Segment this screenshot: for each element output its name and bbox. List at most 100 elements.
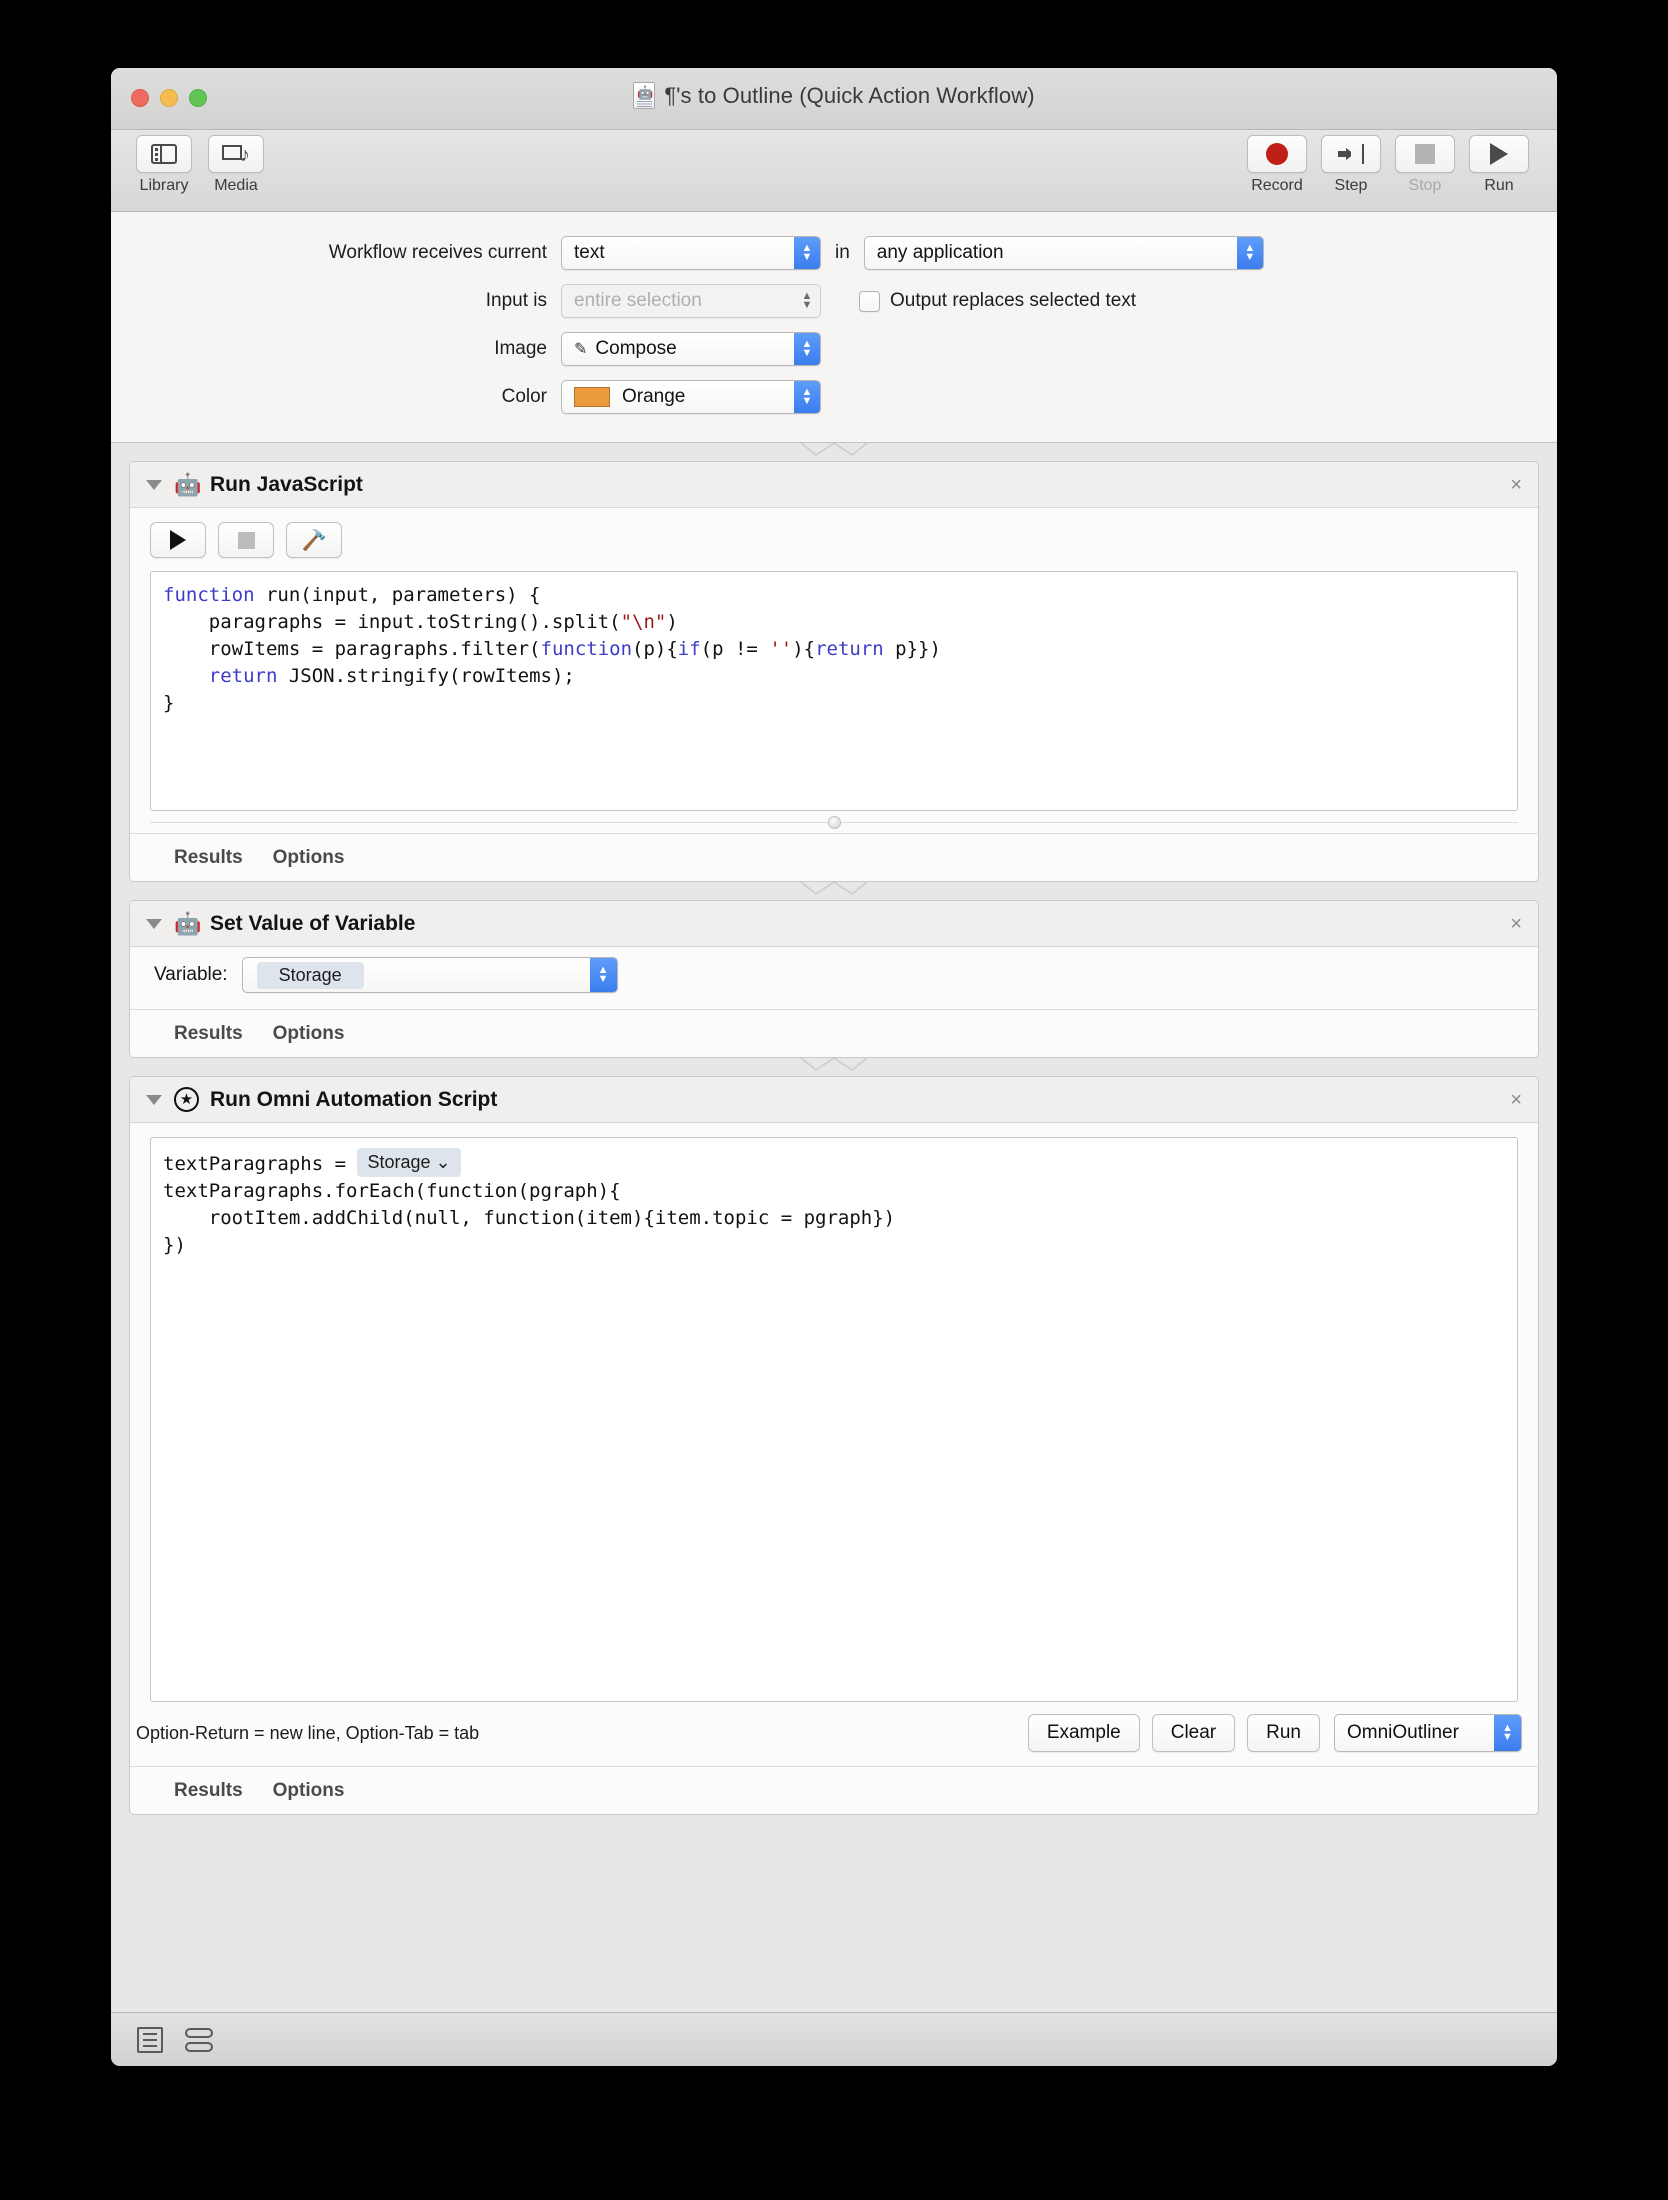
javascript-mini-toolbar: 🔨: [150, 522, 1518, 558]
hammer-icon: 🔨: [302, 528, 327, 553]
image-value: Compose: [595, 338, 676, 360]
variable-token: Storage: [257, 962, 364, 989]
action-footer: Results Options: [130, 1009, 1538, 1057]
automator-window: 🤖 ¶'s to Outline (Quick Action Workflow)…: [111, 68, 1557, 2066]
color-select[interactable]: Orange ▲▼: [561, 380, 821, 414]
workflow-receives-select[interactable]: text ▲▼: [561, 236, 821, 270]
omni-script-bottom-bar: Option-Return = new line, Option-Tab = t…: [130, 1702, 1538, 1766]
script-stop-button[interactable]: [218, 522, 274, 558]
tab-results[interactable]: Results: [174, 1023, 243, 1045]
javascript-code-editor[interactable]: function run(input, parameters) { paragr…: [150, 571, 1518, 811]
input-is-row: Input is entire selection ▲▼ Output repl…: [111, 284, 1557, 318]
close-window-button[interactable]: [131, 89, 149, 107]
sidebar-panel-icon: [151, 144, 177, 164]
action-body: textParagraphs = Storage ⌄ textParagraph…: [130, 1123, 1538, 1702]
step-button[interactable]: Step: [1319, 135, 1383, 195]
output-replaces-label: Output replaces selected text: [890, 290, 1136, 312]
run-button[interactable]: Run: [1467, 135, 1531, 195]
color-row: Color Orange ▲▼: [111, 380, 1557, 414]
close-icon[interactable]: ×: [1510, 914, 1522, 934]
stop-square-icon: [1415, 144, 1435, 164]
image-select[interactable]: ✎ Compose ▲▼: [561, 332, 821, 366]
variable-label: Variable:: [154, 964, 228, 986]
tab-options[interactable]: Options: [273, 1780, 345, 1802]
play-icon: [170, 530, 186, 550]
tab-options[interactable]: Options: [273, 847, 345, 869]
stop-button[interactable]: Stop: [1393, 135, 1457, 195]
library-button[interactable]: Library: [133, 135, 195, 195]
output-replaces-checkbox[interactable]: [859, 291, 880, 312]
color-value: Orange: [622, 386, 685, 408]
script-compile-button[interactable]: 🔨: [286, 522, 342, 558]
minimize-window-button[interactable]: [160, 89, 178, 107]
action-run-omni-automation-script: ★ Run Omni Automation Script × textParag…: [129, 1076, 1539, 1815]
run-button-label: Run: [1484, 177, 1513, 195]
input-is-select[interactable]: entire selection ▲▼: [561, 284, 821, 318]
editor-resize-handle[interactable]: [150, 811, 1518, 833]
play-triangle-icon: [1490, 143, 1508, 165]
output-replaces-checkbox-row[interactable]: Output replaces selected text: [859, 290, 1136, 312]
clear-button[interactable]: Clear: [1152, 1714, 1235, 1752]
script-play-button[interactable]: [150, 522, 206, 558]
action-title: Set Value of Variable: [210, 912, 415, 936]
tab-results[interactable]: Results: [174, 847, 243, 869]
image-row: Image ✎ Compose ▲▼: [111, 332, 1557, 366]
action-connector-notch: [111, 882, 1557, 900]
workflow-document-icon: 🤖: [633, 82, 655, 109]
input-is-label: Input is: [111, 290, 561, 312]
workflow-receives-row: Workflow receives current text ▲▼ in any…: [111, 236, 1557, 270]
resize-grabber-dot[interactable]: [828, 816, 841, 829]
window-titlebar: 🤖 ¶'s to Outline (Quick Action Workflow): [111, 68, 1557, 130]
example-button[interactable]: Example: [1028, 1714, 1140, 1752]
action-footer: Results Options: [130, 1766, 1538, 1814]
action-header[interactable]: 🤖 Set Value of Variable ×: [130, 901, 1538, 947]
chevron-updown-icon: ▲▼: [794, 333, 820, 365]
disclosure-triangle-icon[interactable]: [146, 919, 162, 929]
action-run-javascript: 🤖 Run JavaScript × 🔨 function run(input,…: [129, 461, 1539, 882]
color-swatch: [574, 387, 610, 407]
in-label: in: [835, 242, 850, 264]
omni-star-icon: ★: [174, 1087, 200, 1113]
action-body: 🔨 function run(input, parameters) { para…: [130, 508, 1538, 833]
color-label: Color: [111, 386, 561, 408]
chevron-updown-icon: ▲▼: [1237, 237, 1263, 269]
record-button[interactable]: Record: [1245, 135, 1309, 195]
window-statusbar: [111, 2012, 1557, 2066]
action-set-value-of-variable: 🤖 Set Value of Variable × Variable: Stor…: [129, 900, 1539, 1058]
zoom-window-button[interactable]: [189, 89, 207, 107]
target-application-select[interactable]: any application ▲▼: [864, 236, 1264, 270]
action-title: Run JavaScript: [210, 473, 363, 497]
variable-select[interactable]: Storage ▲▼: [242, 957, 618, 993]
window-title: ¶'s to Outline (Quick Action Workflow): [664, 83, 1034, 109]
action-header[interactable]: 🤖 Run JavaScript ×: [130, 462, 1538, 508]
action-header[interactable]: ★ Run Omni Automation Script ×: [130, 1077, 1538, 1123]
disclosure-triangle-icon[interactable]: [146, 480, 162, 490]
keyboard-hint-text: Option-Return = new line, Option-Tab = t…: [136, 1723, 1016, 1744]
action-title: Run Omni Automation Script: [210, 1088, 497, 1112]
tab-results[interactable]: Results: [174, 1780, 243, 1802]
media-browser-icon: ♪: [222, 143, 250, 165]
target-application-value: any application: [877, 242, 1004, 264]
inline-variable-token[interactable]: Storage ⌄: [357, 1148, 460, 1177]
media-button-label: Media: [214, 177, 258, 195]
omni-script-editor[interactable]: textParagraphs = Storage ⌄ textParagraph…: [150, 1137, 1518, 1702]
variables-view-icon[interactable]: [185, 2027, 213, 2053]
media-button[interactable]: ♪ Media: [205, 135, 267, 195]
window-title-group: 🤖 ¶'s to Outline (Quick Action Workflow): [111, 82, 1557, 109]
chevron-updown-icon: ▲▼: [590, 958, 617, 992]
action-footer: Results Options: [130, 833, 1538, 881]
run-script-button[interactable]: Run: [1247, 1714, 1320, 1752]
log-view-icon[interactable]: [137, 2027, 163, 2053]
disclosure-triangle-icon[interactable]: [146, 1095, 162, 1105]
workflow-actions-area[interactable]: 🤖 Run JavaScript × 🔨 function run(input,…: [111, 443, 1557, 2012]
target-app-select[interactable]: OmniOutliner ▲▼: [1334, 1714, 1522, 1752]
image-label: Image: [111, 338, 561, 360]
main-toolbar: Library ♪ Media Record: [111, 130, 1557, 212]
close-icon[interactable]: ×: [1510, 1090, 1522, 1110]
stop-icon: [238, 532, 255, 549]
tab-options[interactable]: Options: [273, 1023, 345, 1045]
traffic-lights: [131, 89, 207, 107]
compose-pencil-icon: ✎: [574, 339, 587, 359]
step-arrow-icon: [1338, 144, 1364, 164]
close-icon[interactable]: ×: [1510, 475, 1522, 495]
